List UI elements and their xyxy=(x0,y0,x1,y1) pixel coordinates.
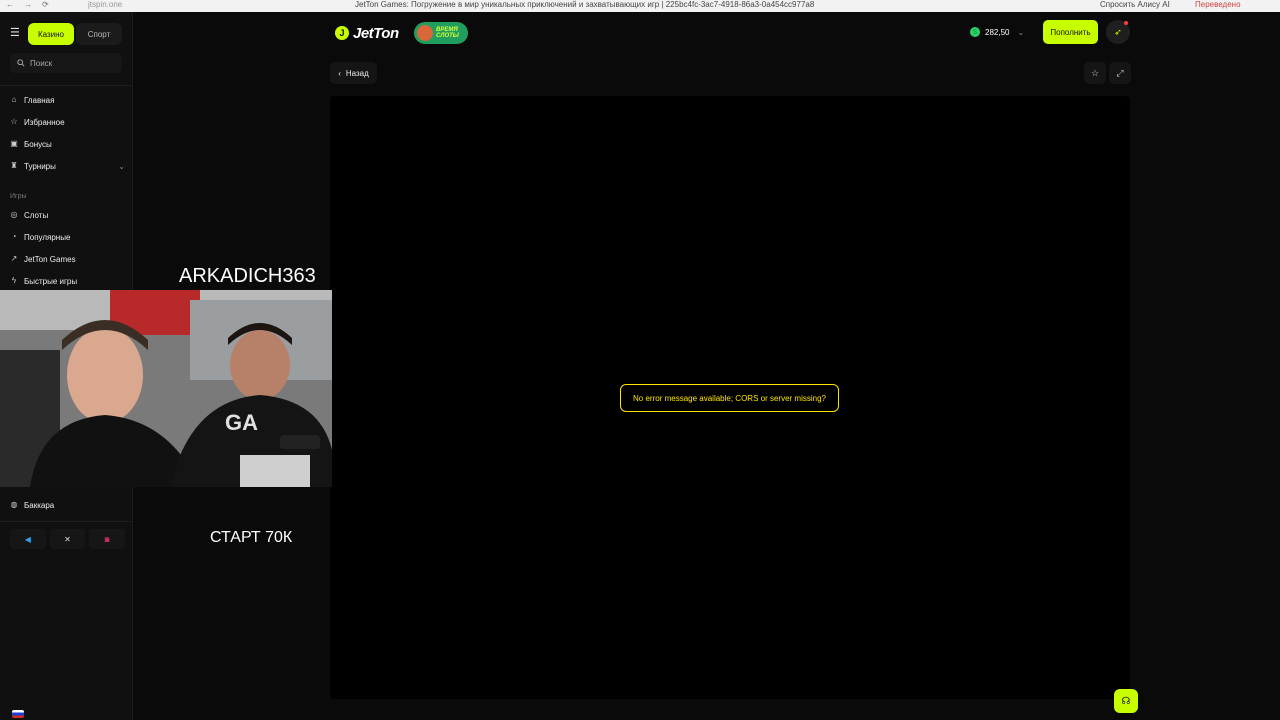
logo-text: JetTon xyxy=(353,24,399,42)
slot-icon: ◎ xyxy=(10,210,18,219)
sidebar-item-favorites[interactable]: ☆ Избранное xyxy=(10,115,125,129)
expand-icon: ⤢ xyxy=(1116,67,1124,78)
instagram-icon[interactable]: ◙ xyxy=(89,529,126,549)
telegram-icon[interactable]: ◀ xyxy=(10,529,46,549)
coin-icon: $ xyxy=(970,27,980,37)
promo-badge[interactable]: ВРЕМЯ СЛОТЫ xyxy=(414,22,468,44)
alice-button[interactable]: Спросить Алису AI xyxy=(1100,0,1170,9)
balance-display[interactable]: $ 282,50 ⌄ xyxy=(970,24,1024,40)
notification-dot xyxy=(1124,21,1128,25)
fire-icon: ◔ xyxy=(11,232,17,241)
gift-icon: ▣ xyxy=(10,139,18,148)
sidebar-item-label: Популярные xyxy=(24,232,71,242)
chevron-left-icon: ‹ xyxy=(338,68,341,78)
address-bar[interactable]: jtspin.one xyxy=(88,0,122,9)
streamer-name: ARKADICH363 xyxy=(179,265,316,287)
promo-character-icon xyxy=(417,25,433,41)
sidebar-item-label: Быстрые игры xyxy=(24,276,78,286)
chevron-down-icon[interactable]: ⌄ xyxy=(118,162,125,171)
support-chat-button[interactable]: ☊ xyxy=(1114,689,1138,713)
divider xyxy=(0,85,132,86)
rocket-icon: ↗ xyxy=(10,254,18,263)
sidebar-item-label: Избранное xyxy=(24,117,65,127)
rocket-icon: ➶ xyxy=(1114,26,1122,37)
star-icon: ☆ xyxy=(10,117,18,126)
favorite-button[interactable]: ☆ xyxy=(1084,62,1106,84)
fullscreen-button[interactable]: ⤢ xyxy=(1109,62,1131,84)
star-icon: ☆ xyxy=(1090,67,1100,78)
sidebar-item-home[interactable]: ⌂ Главная xyxy=(10,93,125,107)
divider xyxy=(0,521,132,522)
browser-nav-icons[interactable]: ←→⟳ xyxy=(6,0,59,9)
cards-icon: ◍ xyxy=(10,500,18,509)
tab-title: JetTon Games: Погружение в мир уникальны… xyxy=(355,0,815,9)
language-flag-icon[interactable] xyxy=(12,710,24,718)
webcam-overlay: GA xyxy=(0,290,332,487)
bolt-icon: ϟ xyxy=(11,276,17,285)
sidebar-item-popular[interactable]: ◔ Популярные xyxy=(10,230,125,244)
sidebar-item-baccarat[interactable]: ◍ Баккара xyxy=(10,498,125,512)
search-input[interactable] xyxy=(30,58,110,68)
back-button[interactable]: ‹ Назад xyxy=(330,62,377,84)
browser-chrome: ←→⟳ jtspin.one JetTon Games: Погружение … xyxy=(0,0,1280,12)
sidebar-item-label: JetTon Games xyxy=(24,254,76,264)
translated-badge[interactable]: Переведено xyxy=(1195,0,1241,9)
sidebar-item-label: Баккара xyxy=(24,500,55,510)
search-box[interactable] xyxy=(10,53,122,73)
menu-icon[interactable]: ☰ xyxy=(10,28,20,39)
profile-button[interactable]: ➶ xyxy=(1106,20,1130,44)
balance-amount: 282,50 xyxy=(985,27,1010,37)
error-message: No error message available; CORS or serv… xyxy=(620,384,839,412)
svg-text:GA: GA xyxy=(225,410,258,435)
header: J JetTon ВРЕМЯ СЛОТЫ $ 282,50 ⌄ Пополнит… xyxy=(133,12,1280,54)
sidebar-item-bonuses[interactable]: ▣ Бонусы xyxy=(10,137,125,151)
trophy-icon: ♜ xyxy=(10,161,18,170)
logo-mark-icon: J xyxy=(335,26,349,40)
sidebar-item-slots[interactable]: ◎ Слоты xyxy=(10,208,125,222)
sidebar-item-label: Турниры xyxy=(24,161,56,171)
sidebar-item-label: Слоты xyxy=(24,210,49,220)
back-label: Назад xyxy=(345,68,369,78)
home-icon: ⌂ xyxy=(11,95,17,104)
x-icon[interactable]: ✕ xyxy=(49,529,86,549)
promo-text-line2: СЛОТЫ xyxy=(436,33,459,39)
sidebar-item-label: Бонусы xyxy=(24,139,52,149)
headset-icon: ☊ xyxy=(1121,695,1131,707)
social-links: ◀ ✕ ◙ xyxy=(10,529,126,549)
sidebar-item-fast-games[interactable]: ϟ Быстрые игры xyxy=(10,274,125,288)
logo[interactable]: J JetTon xyxy=(335,22,399,44)
tab-casino[interactable]: Казино xyxy=(28,23,74,45)
tab-sport[interactable]: Спорт xyxy=(76,23,122,45)
sidebar-item-tournaments[interactable]: ♜ Турниры ⌄ xyxy=(10,159,125,173)
webcam-image: GA xyxy=(0,290,332,487)
chevron-down-icon: ⌄ xyxy=(1017,27,1025,37)
sidebar-item-jetton-games[interactable]: ↗ JetTon Games xyxy=(10,252,125,266)
deposit-button[interactable]: Пополнить xyxy=(1043,20,1098,44)
games-section-label: Игры xyxy=(10,193,27,200)
search-icon xyxy=(17,59,25,67)
sidebar-item-label: Главная xyxy=(24,95,55,105)
start-amount-text: СТАРТ 70К xyxy=(210,529,293,546)
